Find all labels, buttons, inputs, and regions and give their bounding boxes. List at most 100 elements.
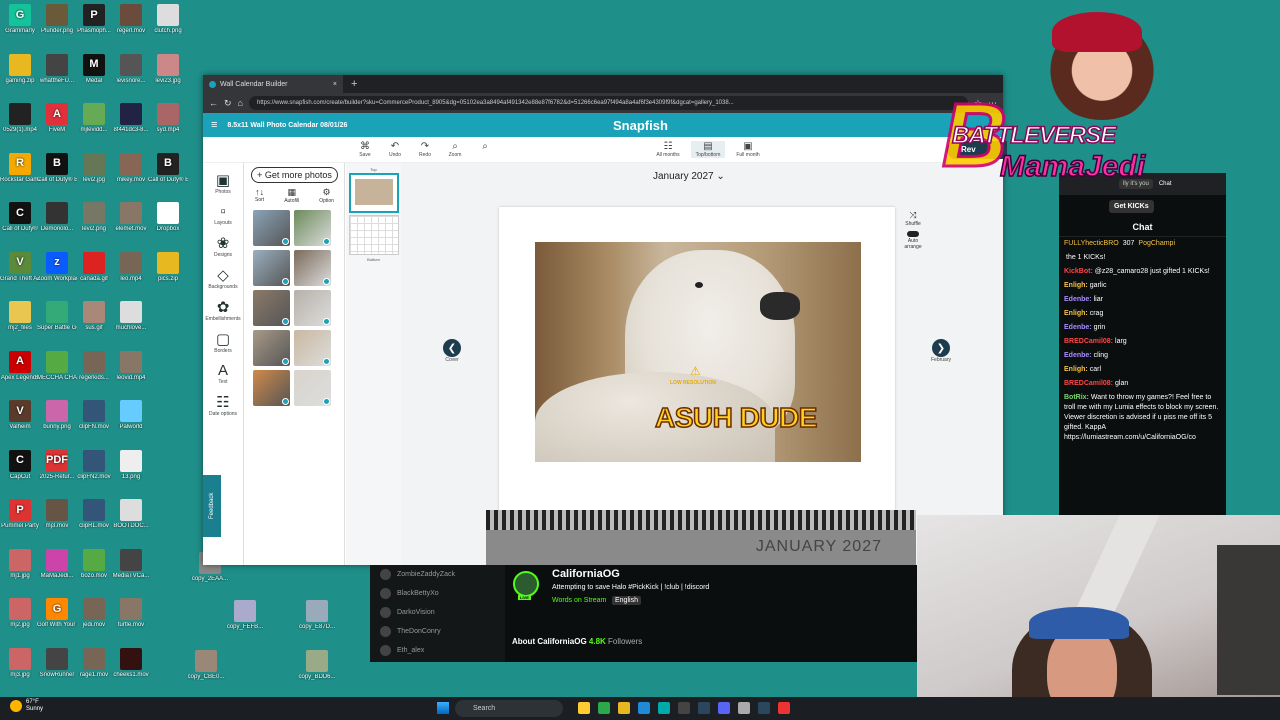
feedback-tab[interactable]: Feedback [203,475,221,537]
desktop-icon-canada-gif[interactable]: canada.gif [74,251,114,283]
photo-thumbnail[interactable] [253,290,290,326]
desktop-icon-0529-1-mp4[interactable]: 0529(1).mp4 [0,103,40,134]
undo-button[interactable]: ↶ Undo [383,141,407,158]
chat-username[interactable]: BotRix: [1064,394,1089,401]
snapfish-logo[interactable]: Snapfish [613,118,668,133]
desktop-icon-gaming-zip[interactable]: gaming.zip [0,53,40,85]
desktop-icon-turtle-mov[interactable]: turtle.mov [111,598,151,629]
desktop-icon-copy-bdd6[interactable]: copy_BDD6... [297,650,337,681]
desktop-icon-clipfn-mov[interactable]: clipFN.mov [74,400,114,431]
nav-date-options[interactable]: ☷ Date options [203,393,243,417]
desktop-icon-mjlevidd[interactable]: mjlevidd... [74,103,114,134]
desktop-icon-phasmoph[interactable]: P Phasmoph... [74,4,114,35]
desktop-icon-mamajedi[interactable]: MaMaJedi... [37,548,77,580]
desktop-icon-mj2-jpg[interactable]: mj2.jpg [0,598,40,629]
taskbar-app-icon[interactable] [758,702,770,714]
desktop-icon-call-of-duty-bla[interactable]: BCall of Duty® Bla... [37,152,77,184]
taskbar-search[interactable]: Search [455,700,563,717]
desktop-icon-levisnore[interactable]: levisnore... [111,53,151,85]
photo-thumbnail[interactable] [253,250,290,286]
taskbar-app-icon[interactable] [778,702,790,714]
nav-backgrounds[interactable]: ◇ Backgrounds [203,266,243,290]
desktop-icon-mediatvca[interactable]: MediaTVCa... [111,548,151,580]
autofill-button[interactable]: ▦ Autofill [284,187,299,204]
view-top-bottom[interactable]: ▤ Top/bottom [691,141,725,158]
desktop-icon-grand-theft-auto-v-l[interactable]: VGrand Theft Auto V L... [0,251,40,283]
month-selector[interactable]: January 2027 ⌄ [653,171,725,182]
desktop-icon-13-png[interactable]: 13.png [111,449,151,481]
save-button[interactable]: ⌘ Save [353,141,377,158]
project-title[interactable]: 8.5x11 Wall Photo Calendar 08/01/26 [227,122,347,129]
taskbar-app-icon[interactable] [598,702,610,714]
desktop-icon-whatthefu[interactable]: whattheFU... [37,53,77,85]
start-button-icon[interactable] [437,702,449,714]
following-item[interactable]: Eth_alex [370,641,505,660]
taskbar-app-icon[interactable] [698,702,710,714]
chat-username[interactable]: Edenbe: [1064,352,1092,359]
desktop-icon-levi2-jpg[interactable]: levi2.jpg [74,152,114,184]
desktop-icon-regerl-mov[interactable]: regerl.mov [111,4,151,35]
zoom-button[interactable]: ⌕ Zoom [443,141,467,158]
desktop-icon-snowrunner[interactable]: SnowRunner [37,647,77,679]
weather-widget[interactable]: 67°F Sunny [10,699,43,713]
desktop-icon-8f441dc3-8[interactable]: 8f441dc3-8... [111,103,151,134]
desktop-icon-mj3-mov[interactable]: mj3.mov [37,499,77,530]
nav-embellishments[interactable]: ✿ Embellishments [203,298,243,322]
calendar-photo[interactable]: ⚠ LOW RESOLUTION ASUH DUDE [535,242,861,462]
desktop-icon-plunder-png[interactable]: Plunder.png [37,4,77,35]
nav-layouts[interactable]: ▫ Layouts [203,203,243,226]
desktop-icon-clutch-png[interactable]: clutch.png [148,4,188,35]
pinned-user-2[interactable]: PogChampi [1138,240,1175,247]
desktop-icon-call-of-duty-bla[interactable]: BCall of Duty® Bla... [148,152,188,184]
back-icon[interactable]: ← [209,98,218,108]
photo-thumbnail[interactable] [294,250,331,286]
desktop-icon-sus-gif[interactable]: sus.gif [74,301,114,332]
desktop-icon-leo-mp4[interactable]: leo.mp4 [111,251,151,283]
desktop-icon-pics-zip[interactable]: pics.zip [148,251,188,283]
chat-username[interactable]: BREDCamil08: [1064,380,1113,387]
photo-thumbnail[interactable] [294,330,331,366]
view-full-month[interactable]: ▣ Full month [731,141,765,158]
chat-username[interactable]: Edenbe: [1064,296,1092,303]
photo-thumbnail[interactable] [294,370,331,406]
streamer-avatar[interactable] [513,571,539,597]
shuffle-button[interactable]: ⤨ Shuffle Auto arrange [901,210,925,250]
photo-thumbnail[interactable] [294,210,331,246]
redo-button[interactable]: ↷ Redo [413,141,437,158]
desktop-icon-copy-cbe0[interactable]: copy_CBE0... [186,650,226,681]
desktop-icon-palworld[interactable]: Palworld [111,400,151,431]
desktop-icon-apex-legends[interactable]: A Apex Legends [0,350,40,382]
following-item[interactable]: DarkoVision [370,603,505,622]
desktop-icon-2025-retur[interactable]: PDF 2025-Retur... [37,449,77,481]
photo-thumbnail[interactable] [294,290,331,326]
stream-category[interactable]: Words on Stream [552,597,606,604]
desktop-icon-mj3-jpg[interactable]: mj3.jpg [0,647,40,679]
desktop-icon-grammarly[interactable]: G Grammarly [0,4,40,35]
page-thumb-bottom[interactable] [348,215,399,255]
desktop-icon-zoom-workplace[interactable]: zZoom Workplace [37,251,77,283]
nav-text[interactable]: A Text [203,362,243,385]
streamer-name[interactable]: CaliforniaOG [552,568,620,580]
desktop-icon-copy-fefb[interactable]: copy_FEFB... [225,600,265,631]
get-more-photos-button[interactable]: + Get more photos [251,167,338,183]
desktop-icon-copy-e87d[interactable]: copy_E87D... [297,600,337,631]
desktop-icon-meccha-chamele[interactable]: MECCHA CHAMELE... [37,350,77,382]
desktop-icon-bunny-png[interactable]: bunny.png [37,400,77,431]
taskbar-app-icon[interactable] [738,702,750,714]
desktop-icon-mikey-mov[interactable]: mikey.mov [111,152,151,184]
auto-arrange-toggle[interactable] [907,231,919,237]
desktop-icon-jedi-mov[interactable]: jedi.mov [74,598,114,629]
following-item[interactable]: TheDonConry [370,622,505,641]
pinned-user[interactable]: FULLYhecticBRO [1064,240,1119,247]
desktop-icon-clipfn2-mov[interactable]: clipFN2.mov [74,449,114,481]
desktop-icon-levi2-png[interactable]: levi2.png [74,202,114,233]
desktop-icon-dropbox[interactable]: Dropbox [148,202,188,233]
chat-username[interactable]: Edenbe: [1064,324,1092,331]
desktop-icon-muchlove[interactable]: muchlove... [111,301,151,332]
taskbar-app-icon[interactable] [618,702,630,714]
desktop-icon-syd-mp4[interactable]: syd.mp4 [148,103,188,134]
desktop-icon-mj1-jpg[interactable]: mj1.jpg [0,548,40,580]
reload-icon[interactable]: ↻ [224,98,232,109]
taskbar-app-icon[interactable] [718,702,730,714]
photo-thumbnail[interactable] [253,330,290,366]
